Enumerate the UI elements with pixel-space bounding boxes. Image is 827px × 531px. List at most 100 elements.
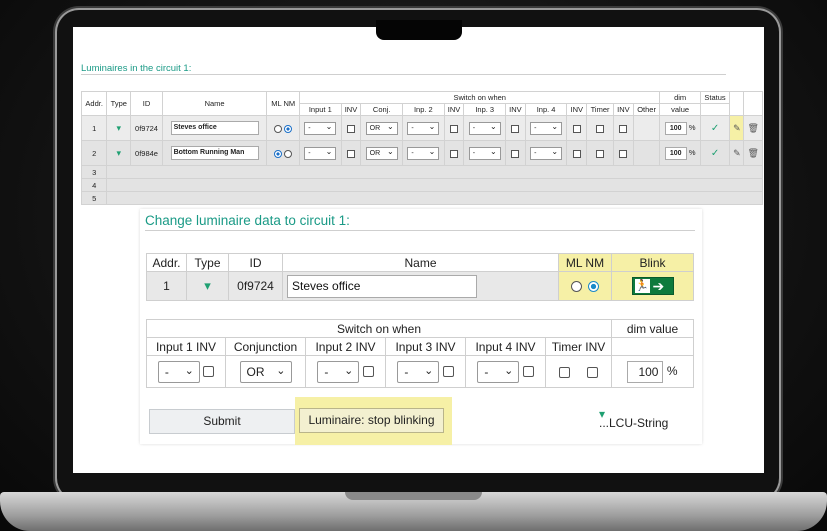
laptop-base-groove [345,492,482,500]
inv2-cell [443,115,465,141]
timer-checkbox[interactable] [559,366,571,378]
input2-value: - [324,364,329,379]
hdr-ml-nm: ML NM [558,253,612,272]
luminaire-addr: 1 [146,271,187,301]
check-icon: ✓ [710,122,720,134]
hdr-blink: Blink [611,253,694,272]
inv2-checkbox[interactable] [362,366,374,377]
check-icon: ✓ [710,147,720,159]
col-status-sub [699,103,731,116]
col-value: value [659,103,701,116]
col-input2: Inp. 2 [402,103,445,116]
hdr-input4: Input 4 INV [465,337,546,356]
inv3-checkbox[interactable] [511,149,520,158]
stop-blinking-button[interactable]: Luminaire: stop blinking [299,408,444,433]
input2-select[interactable]: - [407,146,440,160]
input3-select[interactable]: - [468,121,501,135]
inv3-cell [505,115,526,141]
input3-select[interactable]: - [468,146,501,160]
inv4-checkbox[interactable] [522,366,534,377]
timer-cell [586,115,615,141]
inv1-checkbox[interactable] [346,149,355,158]
trash-icon[interactable]: 🗑 [748,148,759,158]
inv3-checkbox[interactable] [511,124,520,133]
ml-radio[interactable] [274,124,283,133]
ml-radio[interactable] [570,281,582,293]
col-addr: Addr. [80,91,108,116]
hdr-input3: Input 3 INV [385,337,466,356]
input3-cell: - [463,115,507,141]
trash-icon[interactable]: 🗑 [748,123,759,133]
inv4-checkbox[interactable] [572,124,581,133]
nm-radio[interactable] [284,149,293,158]
inv4-cell [566,115,588,141]
exit-sign-icon: 🏃 [634,279,650,293]
title-divider [81,74,726,75]
hdr-addr: Addr. [146,253,187,272]
inv2-checkbox[interactable] [450,149,459,158]
input4-select[interactable]: - ⌄ [477,360,520,383]
conj-cell: OR [360,115,403,141]
empty-cell [106,178,763,192]
conj-select[interactable]: OR [365,146,398,160]
timer-inv-checkbox[interactable] [619,124,628,133]
timer-checkbox[interactable] [596,124,605,133]
name-input[interactable]: Steves office [287,274,477,298]
nm-radio[interactable] [588,281,600,293]
luminaire-icon: ▾ [204,278,211,293]
empty-cell [106,165,763,179]
input4-cell: - ⌄ [465,355,546,388]
row-name-input[interactable]: Bottom Running Man [170,146,259,160]
inv1-checkbox[interactable] [203,366,215,377]
delete-cell: 🗑 [743,115,763,141]
ml-radio[interactable] [274,149,283,158]
inv3-checkbox[interactable] [442,366,454,377]
dim-input[interactable]: 100 [664,146,687,160]
hdr-name: Name [282,253,559,272]
inv1-cell [340,140,362,166]
camera-notch [376,20,462,40]
col-other: Other [632,103,661,116]
input4-cell: - [524,140,568,166]
input3-cell: - [463,140,507,166]
table-row: 1 ▾ 0f9724 Steves office - OR - - - 100 … [80,115,763,141]
lcu-string-link[interactable]: ...LCU-String [599,416,668,430]
inv2-checkbox[interactable] [450,124,459,133]
submit-button[interactable]: Submit [149,409,295,434]
inv4-checkbox[interactable] [572,149,581,158]
input1-select[interactable]: - [304,121,337,135]
nm-radio[interactable] [284,124,293,133]
row-name-input[interactable]: Steves office [170,121,259,135]
dim-value-input[interactable]: 100 [627,360,664,383]
inv1-checkbox[interactable] [346,124,355,133]
hdr-conjunction: Conjunction [225,337,306,356]
input4-select[interactable]: - [530,121,563,135]
timer-cell [586,140,615,166]
blink-button[interactable]: 🏃 ➔ [631,277,674,295]
arrow-right-icon: ➔ [652,278,665,294]
switch-settings-table: Switch on when dim value Input 1 INV Con… [146,319,694,388]
timer-inv-checkbox[interactable] [619,149,628,158]
row-addr: 1 [80,115,108,141]
conjunction-select[interactable]: OR ⌄ [239,360,292,383]
input3-select[interactable]: - ⌄ [397,360,440,383]
input1-select[interactable]: - ⌄ [157,360,200,383]
input2-select[interactable]: - ⌄ [317,360,360,383]
col-inv: INV [505,103,526,116]
timer-checkbox[interactable] [596,149,605,158]
input1-select[interactable]: - [304,146,337,160]
col-inv: INV [566,103,588,116]
col-edit [729,91,745,116]
input2-select[interactable]: - [407,121,440,135]
status-cell: ✓ [699,115,731,141]
timer-inv-checkbox[interactable] [586,366,598,378]
conj-select[interactable]: OR [365,121,398,135]
input4-select[interactable]: - [530,146,563,160]
luminaire-icon: ▾ [106,140,132,166]
pencil-icon[interactable]: ✎ [733,123,741,133]
input4-value: - [484,364,489,379]
pencil-icon[interactable]: ✎ [733,148,741,158]
dim-unit: % [666,363,678,378]
dim-input[interactable]: 100 [664,121,687,135]
input2-cell: - [402,140,445,166]
